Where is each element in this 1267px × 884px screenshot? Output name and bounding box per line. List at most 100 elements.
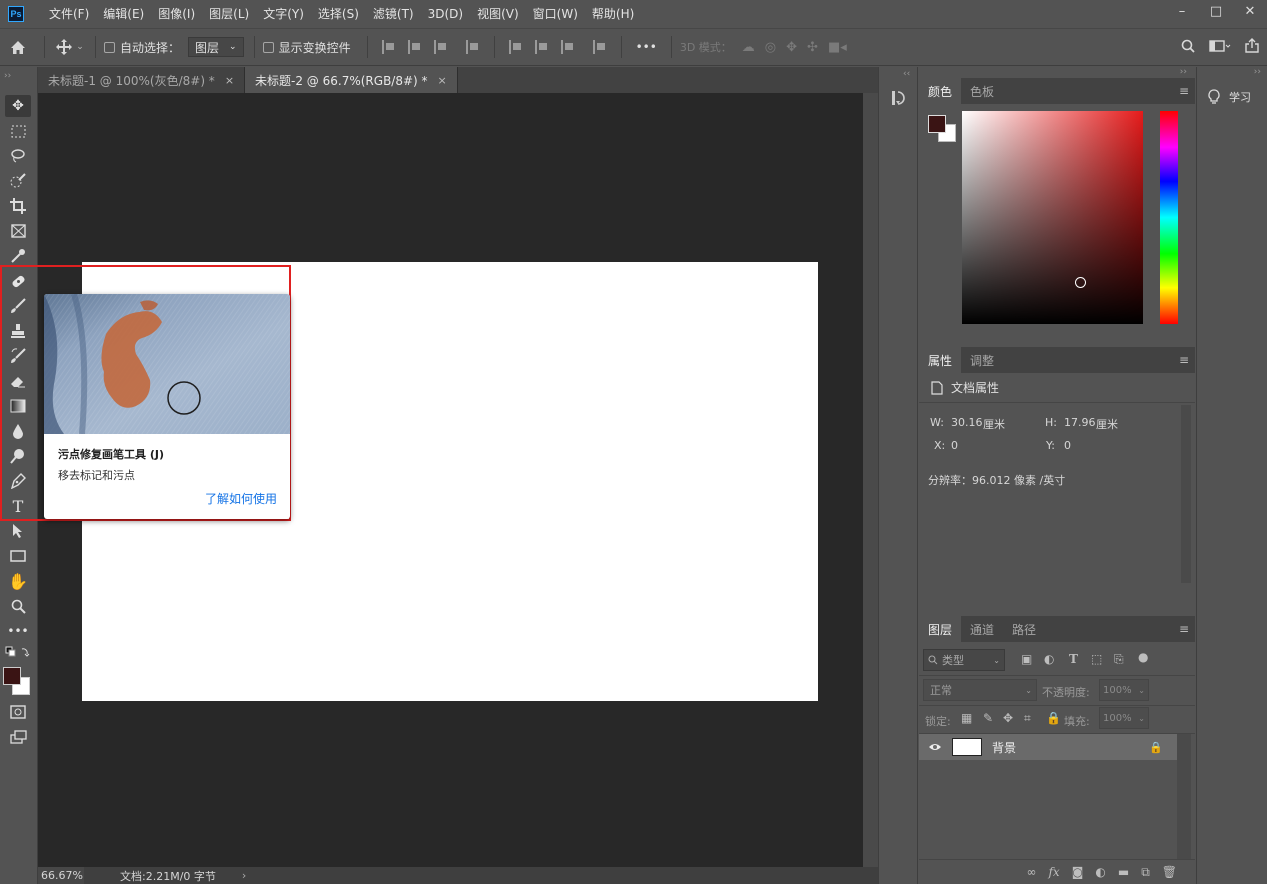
tab-adjustments[interactable]: 调整 — [961, 347, 1003, 373]
close-button[interactable]: ✕ — [1233, 0, 1267, 22]
fill-field[interactable]: 100% ⌄ — [1099, 707, 1149, 729]
distribute-vertical-icon[interactable] — [465, 40, 480, 54]
group-folder-icon[interactable]: ▬ — [1118, 865, 1129, 879]
hand-tool-icon[interactable]: ✋ — [5, 570, 31, 592]
filter-shape-icon[interactable]: ⬚ — [1091, 652, 1102, 666]
move-tool-preset-icon[interactable]: ⌄ — [53, 39, 87, 55]
align-right-icon[interactable] — [433, 40, 448, 54]
menu-image[interactable]: 图像(I) — [151, 0, 202, 28]
menu-help[interactable]: 帮助(H) — [585, 0, 641, 28]
panel-menu-icon[interactable]: ≡ — [1179, 622, 1189, 636]
align-hcenter-icon[interactable] — [407, 40, 422, 54]
tab-paths[interactable]: 路径 — [1003, 616, 1045, 642]
zoom-level-field[interactable]: 66.67% — [38, 867, 84, 884]
rectangle-tool-icon[interactable] — [5, 545, 31, 567]
lock-image-icon[interactable]: ✎ — [983, 711, 993, 725]
hue-slider[interactable] — [1160, 111, 1178, 324]
align-left-icon[interactable] — [381, 40, 396, 54]
pan-3d-icon[interactable]: ✥ — [786, 40, 797, 55]
dock-collapse-icon[interactable]: ›› — [1254, 67, 1261, 77]
path-selection-tool-icon[interactable] — [5, 520, 31, 542]
scale-3d-icon[interactable]: ■◂ — [828, 40, 847, 55]
foreground-color-swatch[interactable] — [3, 667, 21, 685]
crop-tool-icon[interactable] — [5, 195, 31, 217]
layers-scrollbar[interactable] — [1177, 734, 1191, 859]
default-colors-icon[interactable] — [5, 645, 31, 661]
new-layer-icon[interactable]: ⧉ — [1141, 865, 1150, 880]
tab-swatches[interactable]: 色板 — [961, 78, 1003, 104]
move-tool-icon[interactable]: ✥ — [5, 95, 31, 117]
dock-collapse-icon[interactable]: ‹‹ — [903, 69, 910, 79]
height-value[interactable]: 17.96 — [1064, 416, 1096, 429]
edit-toolbar-button[interactable]: ••• — [5, 620, 31, 642]
slide-3d-icon[interactable]: ✣ — [807, 40, 818, 55]
opacity-field[interactable]: 100% ⌄ — [1099, 679, 1149, 701]
close-icon[interactable]: × — [438, 74, 447, 87]
quick-mask-icon[interactable] — [5, 701, 31, 723]
tab-document-1[interactable]: 未标题-1 @ 100%(灰色/8#) * × — [38, 67, 246, 93]
filter-adjustment-icon[interactable]: ◐ — [1044, 652, 1054, 666]
eye-icon[interactable] — [928, 742, 942, 752]
canvas-scrollbar[interactable] — [863, 93, 878, 867]
tab-channels[interactable]: 通道 — [961, 616, 1003, 642]
layer-filter-dropdown[interactable]: 类型 ⌄ — [923, 649, 1005, 671]
menu-type[interactable]: 文字(Y) — [256, 0, 311, 28]
align-bottom-icon[interactable] — [560, 40, 575, 54]
lock-position-icon[interactable]: ✥ — [1003, 711, 1013, 725]
tab-document-2[interactable]: 未标题-2 @ 66.7%(RGB/8#) * × — [245, 67, 458, 93]
distribute-horizontal-icon[interactable] — [592, 40, 607, 54]
align-top-icon[interactable] — [508, 40, 523, 54]
eyedropper-tool-icon[interactable] — [5, 245, 31, 267]
menu-3d[interactable]: 3D(D) — [421, 0, 470, 28]
menu-edit[interactable]: 编辑(E) — [96, 0, 151, 28]
layer-mask-icon[interactable]: ◙ — [1072, 865, 1084, 879]
quick-selection-tool-icon[interactable] — [5, 170, 31, 192]
status-menu-arrow[interactable]: › — [242, 869, 246, 882]
panel-menu-icon[interactable]: ≡ — [1179, 84, 1189, 98]
menu-layer[interactable]: 图层(L) — [202, 0, 256, 28]
learn-button[interactable]: 学习 — [1207, 89, 1251, 105]
close-icon[interactable]: × — [225, 74, 234, 87]
panel-menu-icon[interactable]: ≡ — [1179, 353, 1189, 367]
layer-style-icon[interactable]: fx — [1048, 865, 1059, 879]
screen-mode-icon[interactable] — [5, 726, 31, 748]
lock-all-icon[interactable]: 🔒 — [1046, 711, 1061, 725]
lock-transparent-icon[interactable]: ▦ — [961, 711, 972, 725]
auto-select-target-dropdown[interactable]: 图层 ⌄ — [188, 37, 244, 57]
history-panel-icon[interactable] — [890, 89, 908, 110]
menu-window[interactable]: 窗口(W) — [526, 0, 585, 28]
blend-mode-dropdown[interactable]: 正常 ⌄ — [923, 679, 1037, 701]
roll-3d-icon[interactable]: ◎ — [765, 40, 776, 55]
learn-how-link[interactable]: 了解如何使用 — [205, 490, 277, 507]
maximize-button[interactable]: □ — [1199, 0, 1233, 22]
search-icon[interactable] — [1181, 39, 1195, 53]
minimize-button[interactable]: – — [1165, 0, 1199, 22]
toolbar-collapse-button[interactable]: ›› — [0, 67, 37, 93]
share-icon[interactable] — [1245, 38, 1259, 53]
layer-row[interactable]: 背景 🔒 — [919, 734, 1177, 760]
color-picker-cursor[interactable] — [1075, 277, 1086, 288]
foreground-color-chip[interactable] — [928, 115, 946, 133]
filter-smartobject-icon[interactable]: ⎘ — [1114, 652, 1124, 667]
orbit-3d-icon[interactable]: ☁ — [742, 40, 755, 55]
width-value[interactable]: 30.16 — [951, 416, 983, 429]
more-options-button[interactable]: ••• — [636, 40, 657, 54]
home-icon[interactable] — [0, 40, 36, 55]
marquee-tool-icon[interactable] — [5, 120, 31, 142]
lock-artboard-icon[interactable]: ⌗ — [1024, 711, 1031, 726]
properties-scrollbar[interactable] — [1181, 405, 1191, 583]
filter-type-icon[interactable]: T — [1069, 652, 1078, 666]
filter-toggle-icon[interactable]: ● — [1138, 650, 1148, 664]
workspace-icon[interactable] — [1209, 39, 1231, 53]
filter-pixel-icon[interactable]: ▣ — [1021, 652, 1032, 666]
auto-select-checkbox[interactable] — [104, 41, 115, 53]
zoom-tool-icon[interactable] — [5, 595, 31, 617]
adjustment-layer-icon[interactable]: ◐ — [1095, 865, 1105, 879]
tab-layers[interactable]: 图层 — [919, 616, 962, 642]
tab-color[interactable]: 颜色 — [919, 78, 962, 104]
trash-icon[interactable]: 🗑 — [1162, 865, 1177, 879]
color-picker-field[interactable] — [962, 111, 1143, 324]
align-vcenter-icon[interactable] — [534, 40, 549, 54]
menu-file[interactable]: 文件(F) — [42, 0, 96, 28]
lasso-tool-icon[interactable] — [5, 145, 31, 167]
